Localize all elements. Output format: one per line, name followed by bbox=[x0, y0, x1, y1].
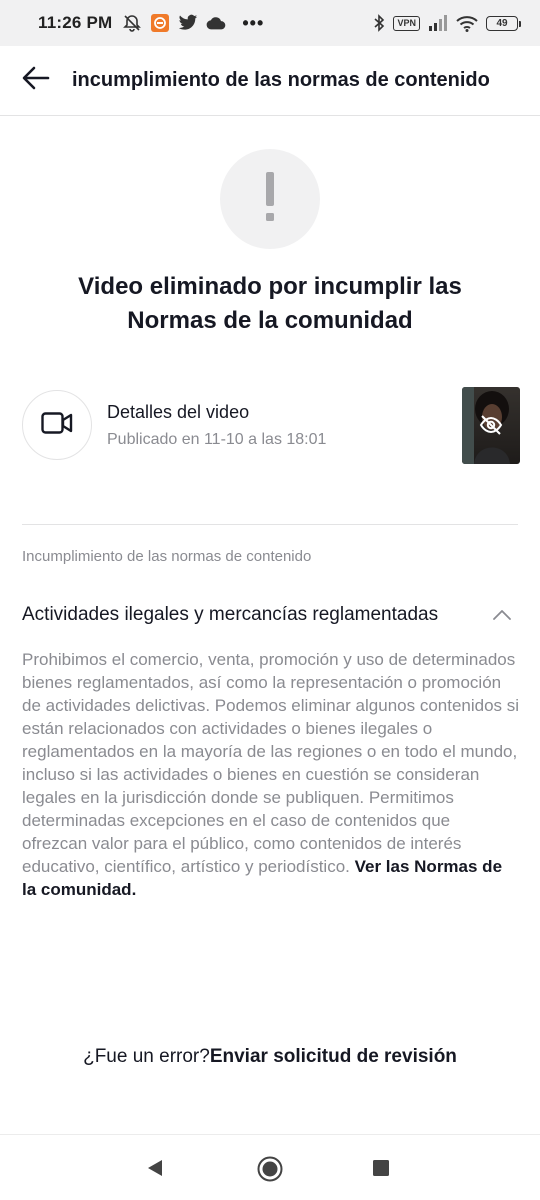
eye-off-icon bbox=[479, 414, 503, 441]
system-navigation-bar bbox=[0, 1134, 540, 1200]
video-camera-icon bbox=[41, 411, 73, 439]
more-notifications-indicator: ••• bbox=[242, 13, 265, 33]
alarm-off-icon bbox=[122, 13, 142, 33]
appeal-prompt: ¿Fue un error?Enviar solicitud de revisi… bbox=[0, 1046, 540, 1068]
section-divider bbox=[22, 524, 518, 525]
violation-description: Prohibimos el comercio, venta, promoción… bbox=[22, 648, 520, 901]
video-details-row[interactable]: Detalles del video Publicado en 11-10 a … bbox=[22, 386, 520, 464]
cloud-icon bbox=[206, 16, 226, 30]
home-circle-icon[interactable] bbox=[257, 1156, 283, 1182]
appeal-question: ¿Fue un error? bbox=[83, 1046, 210, 1067]
violation-category-toggle[interactable]: Actividades ilegales y mercancías reglam… bbox=[22, 600, 518, 630]
arrow-left-icon bbox=[22, 66, 50, 95]
alert-circle bbox=[220, 149, 320, 249]
section-label: Incumplimiento de las normas de contenid… bbox=[22, 548, 312, 565]
back-triangle-icon[interactable] bbox=[146, 1159, 164, 1177]
battery-icon: 49 bbox=[486, 15, 521, 31]
submit-appeal-link[interactable]: Enviar solicitud de revisión bbox=[210, 1046, 457, 1067]
wifi-icon bbox=[456, 15, 478, 32]
video-thumbnail[interactable] bbox=[462, 386, 520, 464]
app-notification-icon bbox=[150, 13, 170, 33]
violation-category-title: Actividades ilegales y mercancías reglam… bbox=[22, 604, 439, 625]
status-bar: 11:26 PM ••• VPN 49 bbox=[0, 0, 540, 46]
bluetooth-icon bbox=[373, 14, 385, 32]
status-right-icons: VPN 49 bbox=[373, 14, 521, 32]
video-published-date: Publicado en 11-10 a las 18:01 bbox=[107, 430, 327, 448]
video-details-text: Detalles del video Publicado en 11-10 a … bbox=[107, 402, 326, 449]
top-app-bar: incumplimiento de las normas de contenid… bbox=[0, 46, 540, 116]
chevron-up-icon bbox=[492, 609, 512, 621]
status-time: 11:26 PM bbox=[38, 13, 113, 32]
violation-description-text: Prohibimos el comercio, venta, promoción… bbox=[22, 650, 520, 876]
exclamation-icon bbox=[263, 171, 277, 227]
status-left-icons: ••• bbox=[122, 13, 264, 33]
twitter-icon bbox=[178, 14, 198, 32]
signal-icon bbox=[428, 15, 448, 31]
video-details-label: Detalles del video bbox=[107, 401, 250, 422]
vpn-icon: VPN bbox=[393, 15, 420, 31]
recents-square-icon[interactable] bbox=[373, 1160, 389, 1176]
video-icon-circle bbox=[22, 390, 92, 460]
back-button[interactable] bbox=[0, 46, 72, 116]
page-title: incumplimiento de las normas de contenid… bbox=[72, 69, 490, 91]
removal-heading: Video eliminado por incumplir las Normas… bbox=[78, 273, 462, 334]
